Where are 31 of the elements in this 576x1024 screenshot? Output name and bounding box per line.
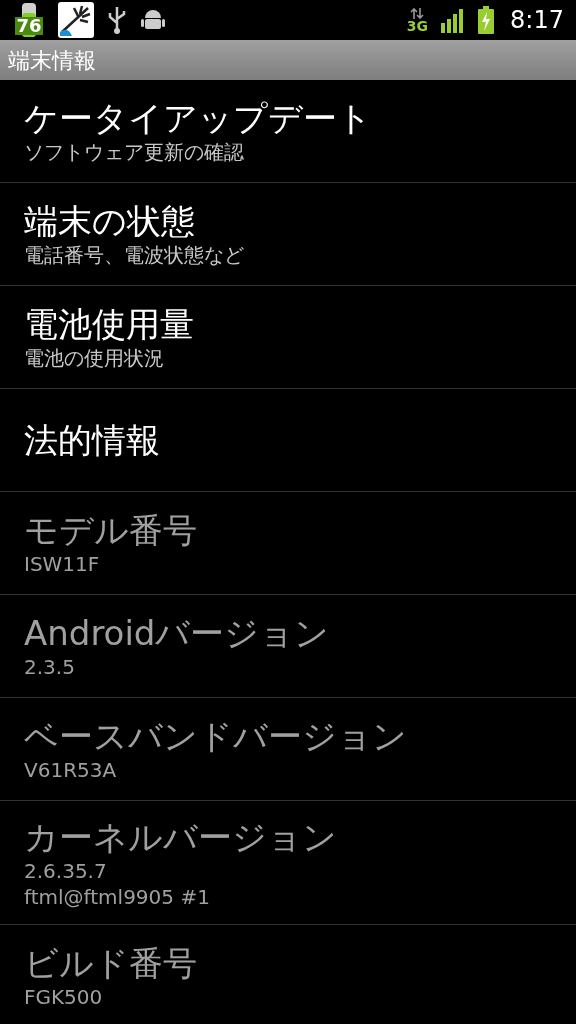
data-network-icon: 3G <box>406 7 429 33</box>
item-summary: FGK500 <box>24 984 104 1010</box>
clock: 8:17 <box>510 5 564 36</box>
settings-item[interactable]: ケータイアップデート ソフトウェア更新の確認 <box>0 80 576 183</box>
screen-title: 端末情報 <box>8 46 96 75</box>
settings-item[interactable]: 端末の状態 電話番号、電波状態など <box>0 183 576 286</box>
item-title: モデル番号 <box>24 509 198 551</box>
item-summary: ISW11F <box>24 551 101 577</box>
item-summary: ソフトウェア更新の確認 <box>24 139 245 165</box>
item-summary: V61R53A <box>24 757 118 783</box>
item-summary: 電話番号、電波状態など <box>24 242 245 268</box>
battery-percent: 76 <box>15 17 43 35</box>
item-title: ベースバンドバージョン <box>24 715 408 757</box>
battery-charging-icon <box>478 6 495 34</box>
item-title: 端末の状態 <box>24 200 196 242</box>
android-icon <box>140 8 166 32</box>
item-summary: 電池の使用状況 <box>24 345 165 371</box>
item-title: カーネルバージョン <box>24 815 338 858</box>
item-title: ケータイアップデート <box>24 97 373 139</box>
item-summary: ftml@ftml9905 #1 <box>24 883 211 910</box>
item-title: 法的情報 <box>24 419 161 461</box>
usb-icon <box>106 5 128 35</box>
up-down-arrows-icon <box>410 7 425 19</box>
item-summary: 2.3.5 <box>24 654 76 680</box>
item-title: Androidバージョン <box>24 612 331 654</box>
item-title: 電池使用量 <box>24 303 195 345</box>
settings-item[interactable]: 電池使用量 電池の使用状況 <box>0 286 576 389</box>
settings-item[interactable]: 法的情報 <box>0 389 576 492</box>
item-title: ビルド番号 <box>24 942 198 984</box>
item-summary: 2.6.35.7 <box>24 857 108 884</box>
app-notification-icon <box>58 2 94 38</box>
